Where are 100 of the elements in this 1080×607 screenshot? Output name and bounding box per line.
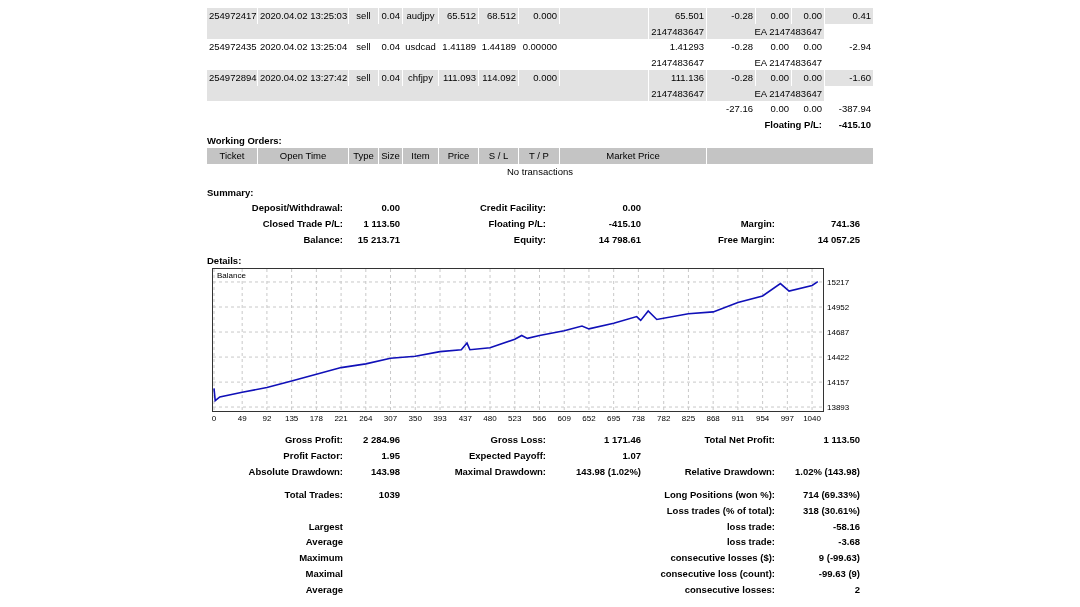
table-cell-text: 0.00 [802, 102, 823, 117]
table-cell-text: usdcad [404, 40, 437, 54]
stat-value: 1 171.46 [603, 433, 641, 448]
stat-label: Gross Profit: [283, 433, 344, 448]
axis-label: 393 [433, 414, 447, 424]
table-cell-text: -387.94 [837, 102, 872, 117]
table-cell: 0.00 [756, 70, 791, 86]
summary-value: -415.10 [607, 216, 641, 231]
column-header: Open Time [258, 148, 348, 164]
table-cell: sell [349, 8, 378, 24]
axis-label: 566 [532, 414, 547, 424]
stat-value: -3.68 [837, 535, 860, 550]
table-cell: 65.512 [439, 8, 478, 24]
axis-label: 695 [607, 414, 621, 424]
stat-label: Average [304, 535, 344, 550]
summary-label: Closed Trade P/L: [261, 216, 344, 231]
table-cell: chfjpy [403, 70, 438, 86]
summary-value: 741.36 [829, 216, 860, 231]
axis-label: 523 [508, 414, 522, 424]
axis-label: 135 [284, 414, 299, 424]
axis-label: 738 [631, 414, 646, 424]
axis-label: 437 [458, 414, 472, 424]
stat-label: Maximum [298, 551, 344, 566]
table-cell: 0.04 [379, 8, 402, 24]
table-cell: 111.136 [649, 70, 706, 86]
axis-label: 92 [262, 414, 272, 424]
table-cell: 114.092 [479, 70, 518, 86]
stat-label: Gross Loss: [489, 433, 547, 448]
axis-label: 480 [483, 414, 497, 424]
floating-value: -415.10 [837, 118, 872, 133]
stat-label: Relative Drawdown: [683, 465, 776, 479]
table-cell-text: 1.41189 [441, 40, 477, 54]
summary-label: Balance: [302, 232, 344, 247]
table-cell-text: 2147483647 [650, 55, 705, 70]
stat-label: Total Net Profit: [703, 433, 776, 448]
section-title: Summary: [207, 186, 255, 200]
stat-label: Expected Payoff: [467, 449, 547, 464]
table-cell: 2020.04.02 13:27:42 [258, 70, 348, 86]
table-cell: -1.60 [825, 70, 873, 86]
summary-value: 14 798.61 [597, 232, 641, 247]
table-cell-text: 1.41293 [668, 40, 705, 54]
column-header: S / L [479, 148, 518, 164]
summary-label: Credit Facility: [479, 201, 547, 215]
table-cell: 111.093 [439, 70, 478, 86]
axis-label: 782 [657, 414, 671, 424]
stat-value: 2 [853, 582, 860, 597]
axis-label: 911 [731, 414, 745, 424]
column-header: T / P [519, 148, 559, 164]
table-cell: 0.000 [519, 70, 559, 86]
stat-label: loss trade: [725, 519, 776, 534]
stat-value: 1039 [377, 487, 400, 502]
summary-label: Free Margin: [717, 232, 776, 247]
legend-label: Balance [217, 271, 246, 281]
table-cell: 0.04 [379, 70, 402, 86]
axis-label: 954 [755, 414, 770, 424]
table-cell: audjpy [403, 8, 438, 24]
table-cell: 254972894 [207, 70, 257, 86]
stat-label: Maximal [304, 566, 344, 581]
stat-value: 1.02% (143.98) [794, 465, 860, 479]
summary-value: 1 113.50 [362, 216, 400, 231]
stat-label: Largest [307, 519, 344, 534]
summary-value: 0.00 [621, 201, 641, 215]
table-cell-text: 1.44189 [480, 40, 517, 54]
axis-label: 221 [334, 414, 348, 424]
stat-label: Average [304, 582, 344, 597]
column-header: Market Price [560, 148, 706, 164]
axis-label: 609 [557, 414, 571, 424]
stat-value: -58.16 [832, 519, 860, 534]
axis-label: 0 [211, 414, 217, 424]
axis-label: 14687 [827, 328, 850, 338]
summary-value: 0.00 [380, 201, 400, 215]
table-cell: 0.00 [792, 70, 824, 86]
stat-label: Maximal Drawdown: [453, 465, 547, 479]
summary-value: 14 057.25 [816, 232, 860, 247]
stat-label: consecutive losses: [683, 582, 776, 597]
stat-value: 1.07 [621, 449, 641, 464]
axis-label: 868 [706, 414, 720, 424]
table-cell: 0.00 [792, 8, 824, 24]
table-cell-text: 2020.04.02 13:25:04 [259, 40, 348, 54]
stat-label: consecutive losses ($): [669, 551, 776, 566]
stat-value: 143.98 [369, 465, 400, 479]
empty-message: No transactions [506, 165, 574, 180]
stat-value: 1.95 [380, 449, 400, 464]
axis-label: 14952 [827, 303, 850, 313]
table-cell: 65.501 [649, 8, 706, 24]
stat-label: Total Trades: [283, 487, 344, 502]
table-cell: sell [349, 70, 378, 86]
summary-label: Floating P/L: [487, 216, 547, 231]
table-cell: -0.28 [707, 8, 755, 24]
axis-label: 825 [681, 414, 696, 424]
section-title: Details: [207, 254, 243, 269]
stat-label: Absolute Drawdown: [247, 465, 344, 479]
axis-label: 14422 [827, 353, 850, 363]
axis-label: 307 [383, 414, 398, 424]
stat-value: 318 (30.61%) [801, 503, 860, 518]
stat-label: Profit Factor: [282, 449, 344, 464]
stat-value: -99.63 (9) [817, 566, 860, 581]
stat-label: consecutive loss (count): [659, 566, 776, 581]
axis-label: 15217 [827, 278, 850, 288]
column-header: Item [403, 148, 438, 164]
